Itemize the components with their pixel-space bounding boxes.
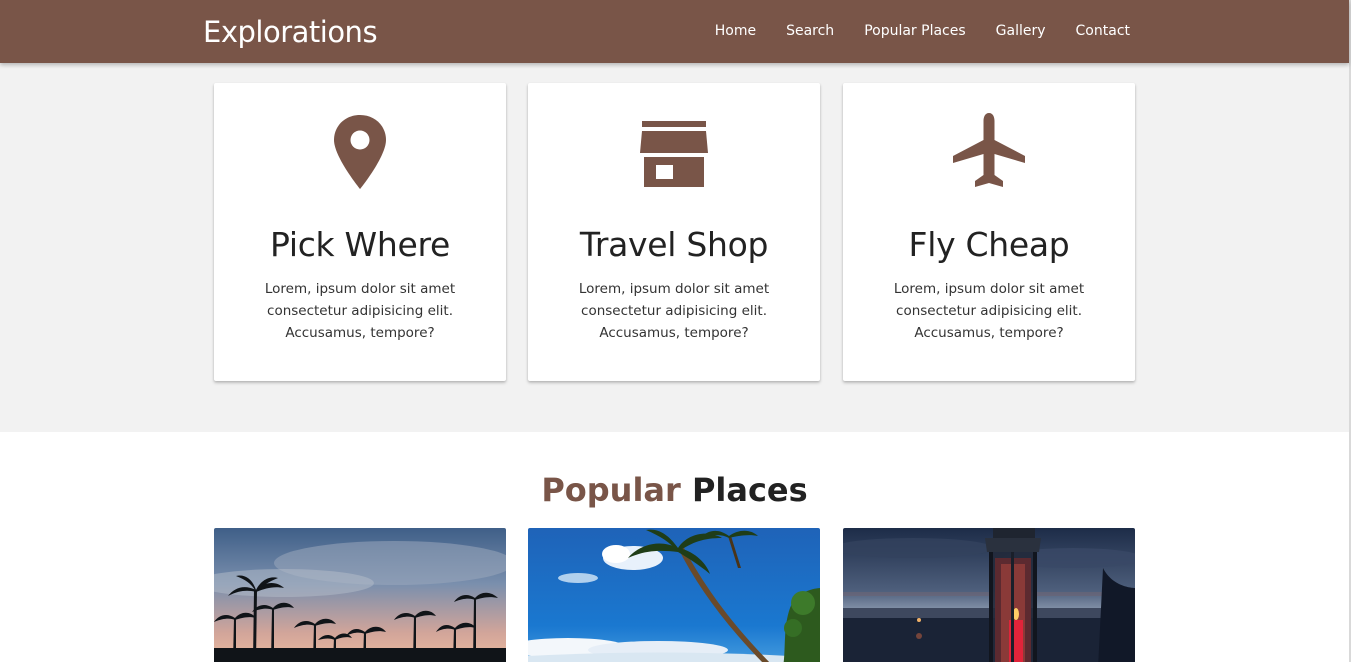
popular-places-section: Popular Places <box>0 432 1349 662</box>
lantern-by-lake-photo[interactable] <box>843 528 1135 662</box>
nav-link-home[interactable]: Home <box>715 21 756 41</box>
feature-title: Fly Cheap <box>908 225 1070 264</box>
feature-text: Lorem, ipsum dolor sit amet consectetur … <box>578 281 770 341</box>
nav-link-contact[interactable]: Contact <box>1076 21 1130 41</box>
feature-text: Lorem, ipsum dolor sit amet consectetur … <box>893 281 1085 341</box>
store-icon <box>528 113 820 191</box>
palm-tree-beach-photo[interactable] <box>528 528 820 662</box>
airplane-icon <box>843 113 1135 191</box>
feature-card-travel-shop: Travel Shop Lorem, ipsum dolor sit amet … <box>528 83 820 381</box>
heading-accent: Popular <box>541 471 681 509</box>
feature-title: Travel Shop <box>579 225 769 264</box>
section-heading: Popular Places <box>0 469 1349 511</box>
brand-logo[interactable]: Explorations <box>203 14 378 50</box>
features-section: Pick Where Lorem, ipsum dolor sit amet c… <box>0 63 1349 432</box>
feature-text: Lorem, ipsum dolor sit amet consectetur … <box>264 281 456 341</box>
nav-link-gallery[interactable]: Gallery <box>996 21 1046 41</box>
feature-title: Pick Where <box>269 225 451 264</box>
map-marker-icon <box>214 113 506 191</box>
nav-link-popular-places[interactable]: Popular Places <box>864 21 965 41</box>
feature-card-pick-where: Pick Where Lorem, ipsum dolor sit amet c… <box>214 83 506 381</box>
palm-trees-sunset-photo[interactable] <box>214 528 506 662</box>
heading-rest: Places <box>691 471 808 509</box>
nav-links: Home Search Popular Places Gallery Conta… <box>715 21 1130 41</box>
nav-link-search[interactable]: Search <box>786 21 834 41</box>
feature-card-fly-cheap: Fly Cheap Lorem, ipsum dolor sit amet co… <box>843 83 1135 381</box>
navbar: Explorations Home Search Popular Places … <box>0 0 1349 63</box>
